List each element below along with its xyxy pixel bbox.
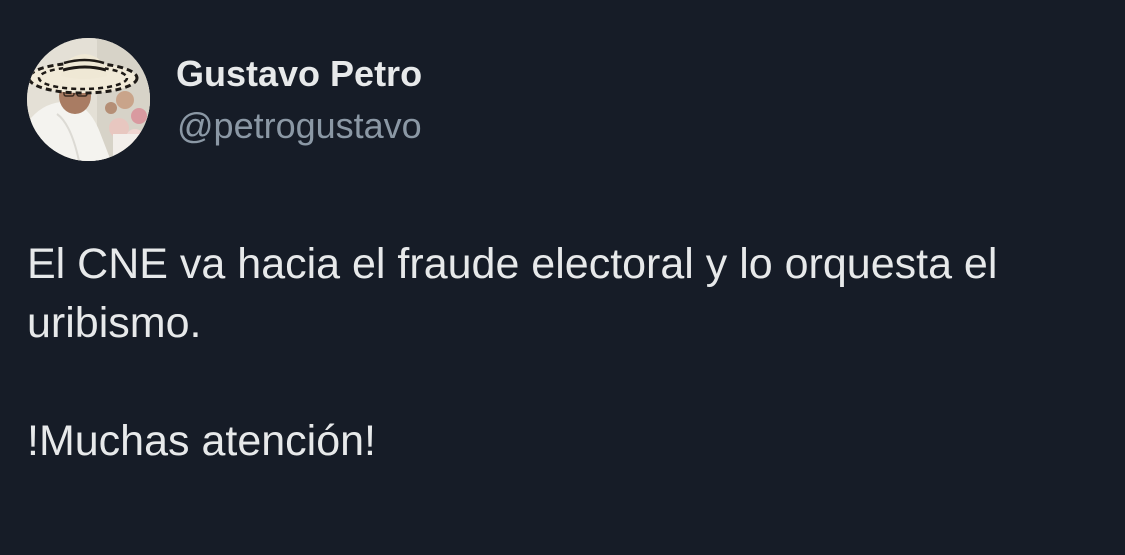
author-display-name[interactable]: Gustavo Petro bbox=[176, 50, 422, 98]
author-handle[interactable]: @petrogustavo bbox=[177, 102, 422, 150]
tweet-card: Gustavo Petro @petrogustavo El CNE va ha… bbox=[0, 0, 1125, 555]
tweet-paragraph: El CNE va hacia el fraude electoral y lo… bbox=[27, 240, 998, 347]
avatar[interactable] bbox=[27, 38, 150, 161]
tweet-text: El CNE va hacia el fraude electoral y lo… bbox=[27, 235, 1107, 471]
tweet-paragraph: !Muchas atención! bbox=[27, 417, 376, 465]
profile-photo-icon bbox=[27, 38, 150, 161]
